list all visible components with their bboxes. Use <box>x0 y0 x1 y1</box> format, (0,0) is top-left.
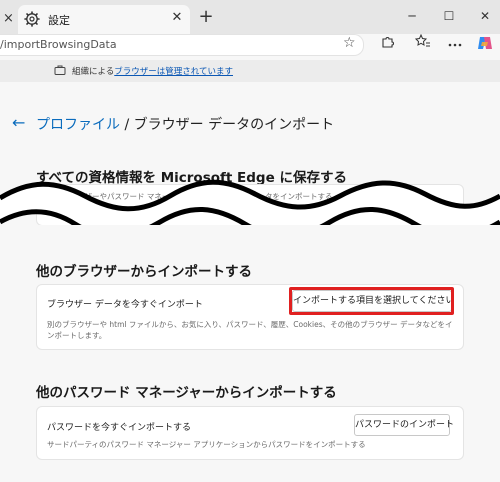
import-browsers-heading: 他のブラウザーからインポートする <box>36 264 252 280</box>
briefcase-icon <box>54 65 66 75</box>
managed-banner-prefix: 組織による <box>72 67 115 77</box>
gear-icon <box>24 11 40 27</box>
import-passwords-button[interactable]: パスワードのインポート <box>354 414 454 436</box>
favorite-star-icon[interactable]: ☆ <box>343 35 356 51</box>
tab-settings[interactable]: 設定 ✕ <box>18 5 190 34</box>
title-bar: × 設定 ✕ + ─ ☐ ✕ <box>0 0 500 34</box>
extensions-icon[interactable] <box>377 34 399 54</box>
previous-tab-close-icon[interactable]: × <box>3 11 14 26</box>
managed-link[interactable]: ブラウザーは管理されています <box>114 67 233 77</box>
highlight-box <box>289 287 454 315</box>
address-url[interactable]: /importBrowsingData <box>0 38 117 51</box>
new-tab-button[interactable]: + <box>196 7 216 27</box>
window-close-button[interactable]: ✕ <box>468 4 500 28</box>
breadcrumb-separator: / <box>120 117 134 133</box>
copilot-icon[interactable] <box>474 34 496 54</box>
favorites-list-icon <box>414 33 430 47</box>
puzzle-icon <box>382 37 394 48</box>
previous-tab[interactable]: × <box>0 5 18 34</box>
favorites-icon[interactable] <box>412 33 434 54</box>
import-browsers-desc: 別のブラウザーや html ファイルから、お気に入り、パスワード、履歴、Cook… <box>47 320 453 340</box>
back-arrow-icon[interactable]: ← <box>12 113 25 132</box>
breadcrumb: プロファイル / ブラウザー データのインポート <box>36 114 334 134</box>
managed-banner-text: 組織によるブラウザーは管理されています <box>72 65 233 77</box>
ellipsis-icon <box>448 43 462 47</box>
maximize-button[interactable]: ☐ <box>432 4 466 28</box>
more-menu-icon[interactable] <box>444 34 466 54</box>
copilot-logo-icon <box>478 37 492 49</box>
tab-title: 設定 <box>48 14 70 27</box>
address-bar[interactable]: /importBrowsingData ☆ <box>0 34 364 56</box>
minimize-button[interactable]: ─ <box>395 4 429 28</box>
managed-banner: 組織によるブラウザーは管理されています <box>0 60 500 82</box>
toolbar: /importBrowsingData ☆ <box>0 33 500 56</box>
breadcrumb-profile-link[interactable]: プロファイル <box>36 117 120 133</box>
import-passwords-desc: サードパーティのパスワード マネージャー アプリケーションからパスワードをインポ… <box>47 440 366 449</box>
page-title: ブラウザー データのインポート <box>133 117 335 133</box>
import-browsers-title: ブラウザー データを今すぐインポート <box>47 300 203 310</box>
import-passwords-title: パスワードを今すぐインポートする <box>47 423 192 433</box>
torn-edge-overlay <box>0 179 500 262</box>
tab-close-icon[interactable]: ✕ <box>168 9 186 27</box>
import-passwords-heading: 他のパスワード マネージャーからインポートする <box>36 385 337 401</box>
